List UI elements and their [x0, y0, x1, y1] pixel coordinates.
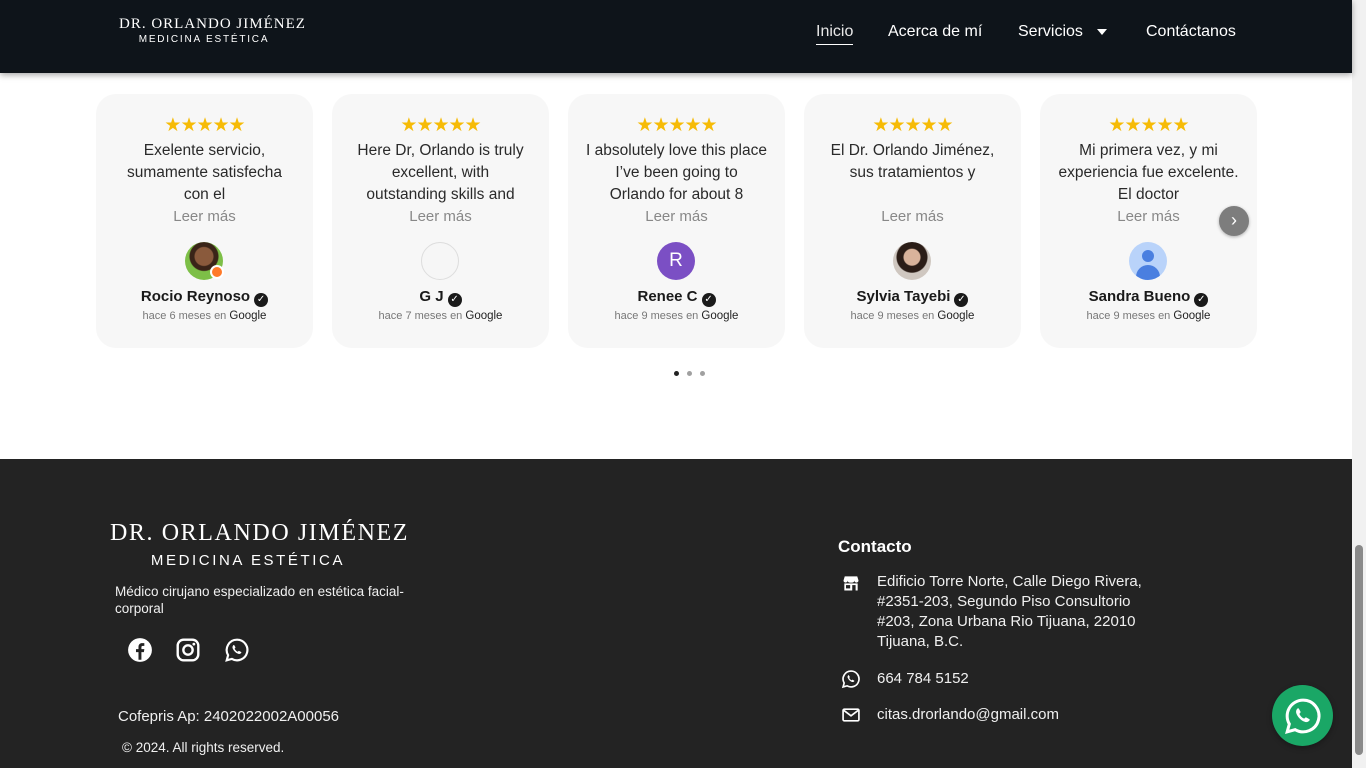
avatar: R [657, 242, 695, 280]
page-scrollbar[interactable] [1352, 0, 1366, 768]
carousel-dot[interactable] [674, 371, 679, 376]
reviewer-name: Rocio Reynoso ✓ [96, 287, 313, 307]
review-meta: hace 9 meses en Google [1086, 310, 1211, 322]
verified-icon: ✓ [954, 293, 969, 307]
footer-logo-name: DR. ORLANDO JIMÉNEZ [110, 520, 410, 546]
contact-phone[interactable]: 664 784 5152 [877, 669, 969, 689]
star-rating: ★★★★★ [1108, 115, 1189, 136]
chevron-right-icon: › [1231, 210, 1237, 230]
read-more-link[interactable]: Leer más [332, 207, 549, 227]
review-meta: hace 6 meses en Google [142, 310, 267, 322]
instagram-icon[interactable] [175, 637, 201, 663]
review-text: Mi primera vez, y mi experiencia fue exc… [1058, 142, 1239, 203]
envelope-icon [842, 708, 860, 722]
whatsapp-icon [1284, 698, 1320, 734]
review-card: ★★★★★ El Dr. Orlando Jiménez, sus tratam… [804, 94, 1021, 348]
copyright: © 2024. All rights reserved. [122, 740, 285, 755]
site-header: DR. ORLANDO JIMÉNEZ MEDICINA ESTÉTICA In… [0, 0, 1352, 73]
contact-title: Contacto [838, 537, 912, 556]
carousel-dot[interactable] [687, 371, 692, 376]
header-logo[interactable]: DR. ORLANDO JIMÉNEZ MEDICINA ESTÉTICA [119, 15, 306, 47]
reviewer-name: Sylvia Tayebi ✓ [804, 287, 1021, 307]
star-rating: ★★★★★ [400, 115, 481, 136]
star-rating: ★★★★★ [164, 115, 245, 136]
verified-icon: ✓ [701, 293, 716, 307]
whatsapp-float-button[interactable] [1272, 685, 1333, 746]
cofepris-number: Cofepris Ap: 2402022002A00056 [118, 708, 340, 725]
nav-acerca[interactable]: Acerca de mí [888, 22, 982, 42]
avatar [893, 242, 931, 280]
review-text: I absolutely love this place I’ve been g… [586, 142, 767, 203]
whatsapp-icon [841, 670, 860, 689]
review-card: ★★★★★ Here Dr, Orlando is truly excellen… [332, 94, 549, 348]
logo-name: DR. ORLANDO JIMÉNEZ [119, 16, 306, 32]
review-meta: hace 7 meses en Google [378, 310, 503, 322]
scrollbar-thumb[interactable] [1355, 545, 1363, 755]
read-more-link[interactable]: Leer más [96, 207, 313, 227]
verified-icon: ✓ [1194, 293, 1209, 307]
review-meta: hace 9 meses en Google [850, 310, 975, 322]
nav-inicio[interactable]: Inicio [816, 22, 854, 45]
carousel-next-button[interactable]: › [1219, 206, 1249, 236]
star-rating: ★★★★★ [872, 115, 953, 136]
verified-icon: ✓ [447, 293, 462, 307]
nav-servicios[interactable]: Servicios [1018, 22, 1083, 42]
review-text: Here Dr, Orlando is truly excellent, wit… [357, 142, 524, 203]
review-text: Exelente servicio, sumamente satisfecha … [126, 142, 283, 203]
verified-icon: ✓ [254, 293, 269, 307]
site-footer: DR. ORLANDO JIMÉNEZ MEDICINA ESTÉTICA Mé… [0, 459, 1352, 768]
review-text: El Dr. Orlando Jiménez, sus tratamientos… [830, 142, 995, 181]
logo-subtitle: MEDICINA ESTÉTICA [138, 34, 270, 45]
avatar [185, 242, 224, 280]
avatar [421, 242, 459, 280]
star-rating: ★★★★★ [636, 115, 717, 136]
local-guide-badge-icon [210, 265, 224, 279]
carousel-dot[interactable] [700, 371, 705, 376]
review-card: ★★★★★ Exelente servicio, sumamente satis… [96, 94, 313, 348]
whatsapp-icon[interactable] [224, 637, 250, 663]
reviewer-name: Renee C ✓ [568, 287, 785, 307]
read-more-link[interactable]: Leer más [804, 207, 1021, 227]
facebook-icon[interactable] [127, 637, 153, 663]
review-meta: hace 9 meses en Google [614, 310, 739, 322]
footer-logo[interactable]: DR. ORLANDO JIMÉNEZ MEDICINA ESTÉTICA [110, 519, 410, 573]
reviewer-name: Sandra Bueno ✓ [1040, 287, 1257, 307]
contact-email[interactable]: citas.drorlando@gmail.com [877, 705, 1059, 725]
reviewer-name: G J ✓ [332, 287, 549, 307]
nav-contactanos[interactable]: Contáctanos [1146, 22, 1236, 42]
footer-description: Médico cirujano especializado en estétic… [115, 584, 404, 616]
contact-address: Edificio Torre Norte, Calle Diego Rivera… [877, 573, 1142, 650]
store-icon [843, 576, 859, 591]
chevron-down-icon[interactable] [1097, 29, 1107, 35]
read-more-link[interactable]: Leer más [568, 207, 785, 227]
review-card: ★★★★★ I absolutely love this place I’ve … [568, 94, 785, 348]
avatar [1129, 242, 1167, 280]
footer-logo-subtitle: MEDICINA ESTÉTICA [150, 552, 346, 569]
